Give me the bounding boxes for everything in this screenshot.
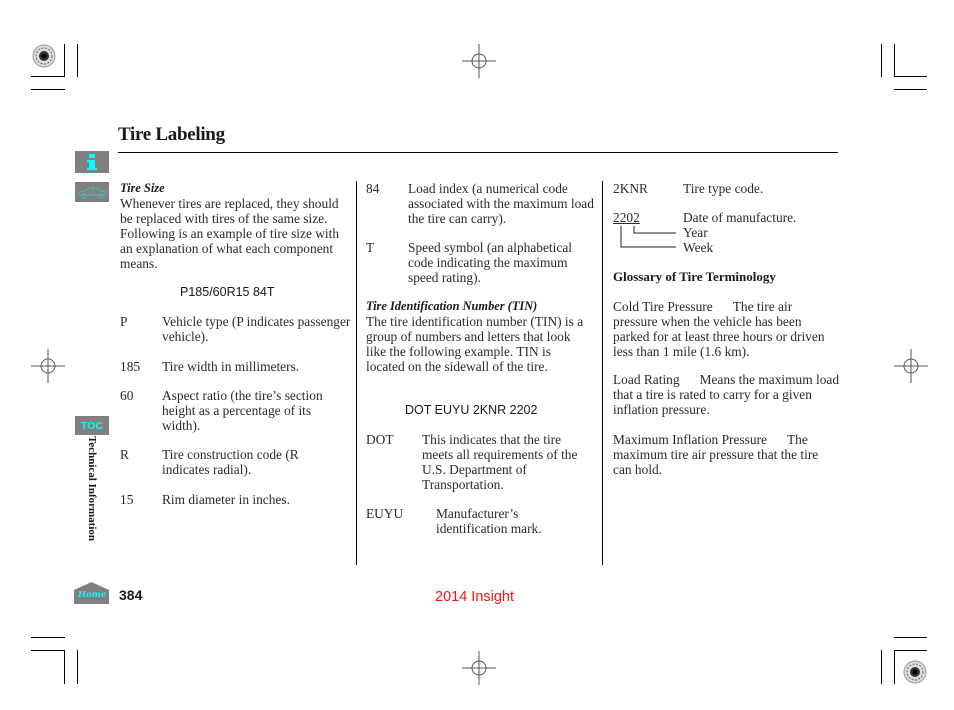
- glossary-term-name: Load Rating: [613, 372, 680, 387]
- section-tab-label: Technical Information: [86, 436, 98, 542]
- tire-size-intro: Whenever tires are replaced, they should…: [120, 196, 340, 271]
- code-label: EUYU: [366, 506, 404, 521]
- glossary-term-name: Maximum Inflation Pressure: [613, 432, 767, 447]
- code-desc: Aspect ratio (the tire’s section height …: [162, 388, 323, 433]
- code-label: P: [120, 314, 128, 329]
- crosshair-icon: [31, 349, 65, 383]
- glossary-term: Load Rating Means the maximum load that a…: [613, 372, 843, 417]
- crosshair-icon: [894, 349, 928, 383]
- code-desc: Speed symbol (an alphabetical code indic…: [408, 240, 572, 285]
- code-desc: Tire construction code (R indicates radi…: [162, 447, 299, 477]
- code-desc: Vehicle type (P indicates passenger vehi…: [162, 314, 351, 344]
- code-label: 15: [120, 492, 134, 507]
- column-divider: [602, 181, 603, 565]
- tire-size-heading: Tire Size: [120, 181, 165, 195]
- toc-label: TOC: [81, 419, 103, 432]
- code-desc: This indicates that the tire meets all r…: [422, 432, 578, 492]
- date-week-label: Week: [683, 240, 714, 255]
- code-desc: Tire type code.: [683, 181, 764, 196]
- code-label: 60: [120, 388, 134, 403]
- tin-example: DOT EUYU 2KNR 2202: [405, 403, 538, 417]
- date-breakdown-lines: [620, 226, 676, 248]
- section-tab: Technical Information: [84, 436, 98, 561]
- home-label: Home: [78, 590, 107, 600]
- page-title: Tire Labeling: [118, 124, 225, 145]
- toc-button[interactable]: TOC: [75, 416, 109, 435]
- info-icon: [87, 154, 97, 170]
- glossary-term: Maximum Inflation Pressure The maximum ti…: [613, 432, 839, 477]
- code-label: 2202: [613, 210, 640, 225]
- crosshair-icon: [462, 651, 496, 685]
- code-label: 84: [366, 181, 380, 196]
- column-divider: [356, 181, 357, 565]
- code-label: DOT: [366, 432, 394, 447]
- code-label: R: [120, 447, 129, 462]
- title-divider: [118, 152, 838, 153]
- code-desc: Rim diameter in inches.: [162, 492, 290, 507]
- glossary-heading: Glossary of Tire Terminology: [613, 269, 776, 284]
- glossary-term-name: Cold Tire Pressure: [613, 299, 713, 314]
- registration-target-icon: [903, 660, 927, 684]
- tire-size-example: P185/60R15 84T: [180, 285, 275, 299]
- registration-target-icon: [32, 44, 56, 68]
- car-icon: [77, 187, 107, 199]
- crosshair-icon: [462, 44, 496, 78]
- glossary-term: Cold Tire Pressure The tire air pressure …: [613, 299, 839, 359]
- home-button[interactable]: Home: [74, 582, 109, 604]
- code-label: 2KNR: [613, 181, 648, 196]
- tin-intro: The tire identification number (TIN) is …: [366, 314, 584, 374]
- code-label: T: [366, 240, 375, 255]
- code-desc: Load index (a numerical code associated …: [408, 181, 594, 226]
- info-button[interactable]: [75, 151, 109, 173]
- date-year-label: Year: [683, 225, 708, 240]
- page-number: 384: [119, 587, 143, 603]
- code-desc: Date of manufacture.: [683, 210, 797, 225]
- footer-model-name: 2014 Insight: [435, 589, 515, 605]
- code-desc: Manufacturer’s identification mark.: [436, 506, 542, 536]
- tin-heading: Tire Identification Number (TIN): [366, 299, 538, 313]
- code-desc: Tire width in millimeters.: [162, 359, 300, 374]
- vehicle-info-button[interactable]: [75, 182, 109, 202]
- code-label: 185: [120, 359, 141, 374]
